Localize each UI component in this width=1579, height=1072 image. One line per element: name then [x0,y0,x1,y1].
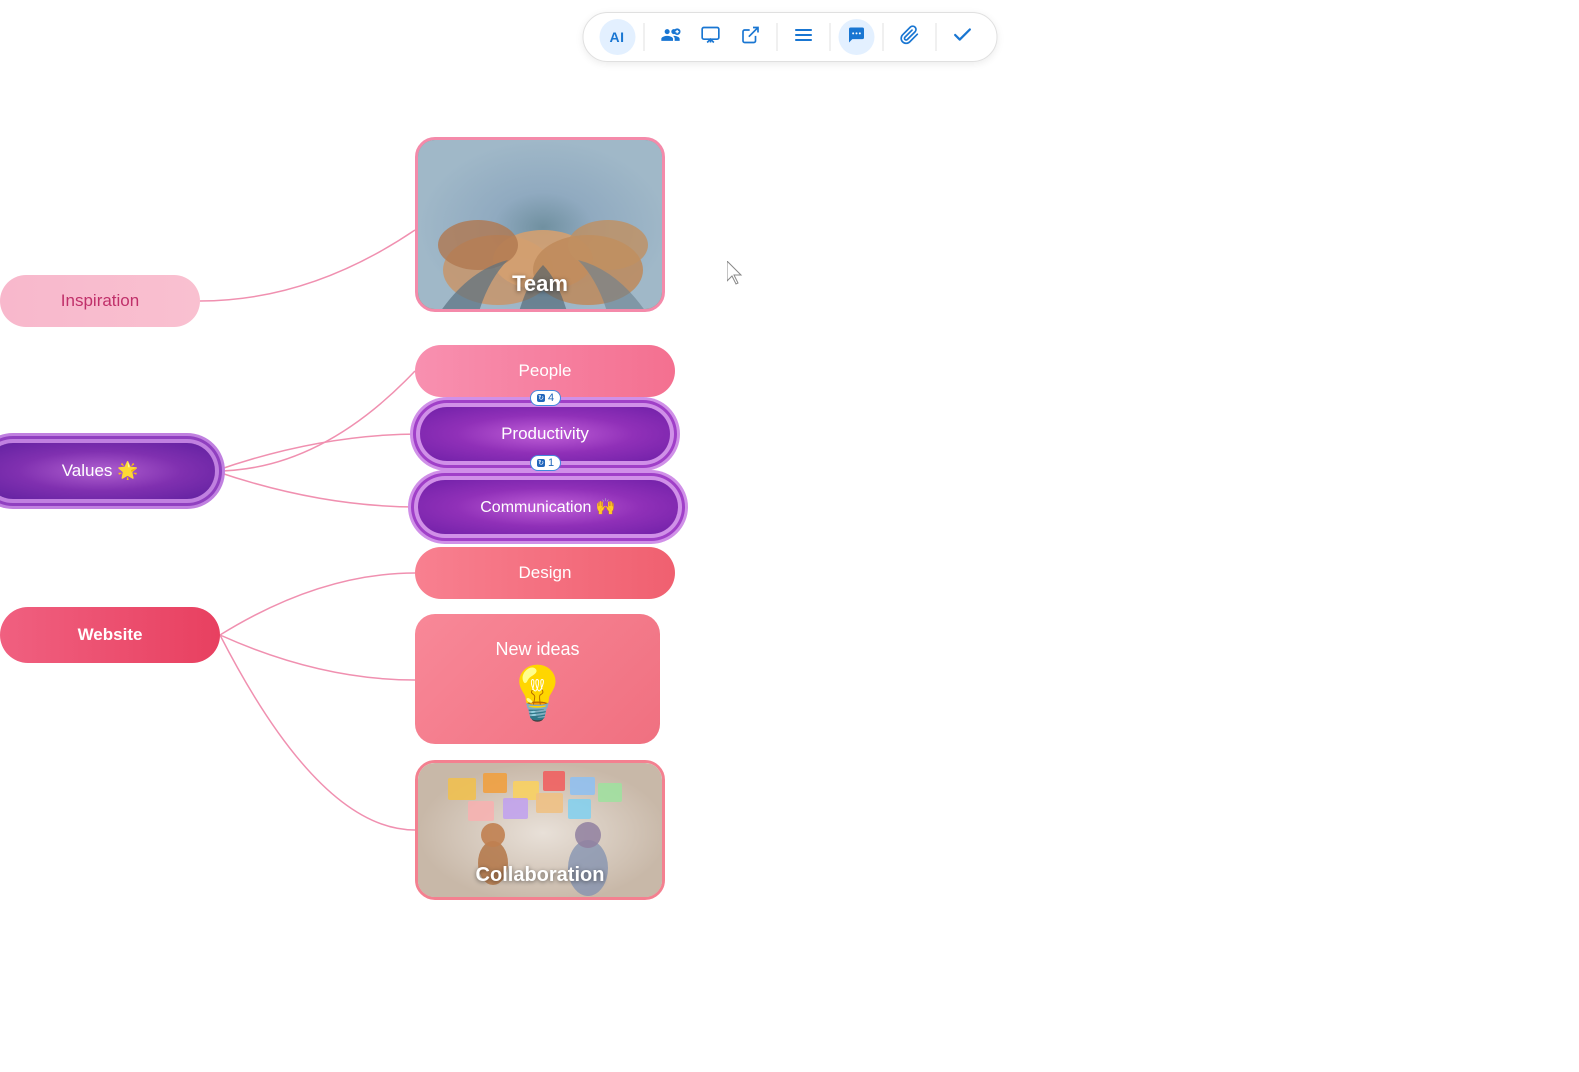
collaboration-image: Collaboration [418,763,662,897]
collaboration-node[interactable]: Collaboration [415,760,665,900]
collaboration-label: Collaboration [418,864,662,887]
people-badge: 4 [530,390,561,406]
newideas-node[interactable]: New ideas 💡 [415,614,660,744]
communication-label: Communication 🙌 [480,497,616,517]
done-button[interactable] [944,19,980,55]
website-label: Website [78,625,143,645]
ai-icon: AI [610,29,625,45]
export-button[interactable] [732,19,768,55]
divider-2 [776,23,777,51]
inspiration-node[interactable]: Inspiration [0,275,200,327]
presentation-icon [700,25,720,50]
communication-node[interactable]: Communication 🙌 [418,480,678,534]
divider-1 [643,23,644,51]
design-node[interactable]: Design [415,547,675,599]
comment-icon [846,25,866,50]
presentation-button[interactable] [692,19,728,55]
check-icon [951,24,973,51]
values-node[interactable]: Values 🌟 [0,443,215,499]
newideas-label: New ideas [495,639,579,660]
people-badge-count: 4 [548,392,554,404]
productivity-label: Productivity [501,424,589,444]
bulb-icon: 💡 [505,668,570,720]
attach-button[interactable] [891,19,927,55]
badge-dot [537,394,545,402]
design-label: Design [519,563,572,583]
productivity-node[interactable]: Productivity [420,407,670,461]
export-icon [740,25,760,50]
team-node[interactable]: Team [415,137,665,312]
divider-4 [882,23,883,51]
ai-button[interactable]: AI [599,19,635,55]
add-user-button[interactable] [652,19,688,55]
comment-button[interactable] [838,19,874,55]
divider-5 [935,23,936,51]
prod-badge-dot [537,459,545,467]
productivity-badge-count: 1 [548,457,554,469]
menu-icon [793,25,813,50]
values-label: Values 🌟 [62,461,139,481]
inspiration-label: Inspiration [61,291,139,311]
mouse-cursor [727,261,745,285]
team-label: Team [418,271,662,297]
toolbar: AI [582,12,997,62]
attach-icon [899,25,919,50]
add-user-icon [660,25,680,50]
people-label: People [519,361,572,381]
productivity-badge: 1 [530,455,561,471]
website-node[interactable]: Website [0,607,220,663]
team-image: Team [418,140,662,309]
divider-3 [829,23,830,51]
menu-button[interactable] [785,19,821,55]
